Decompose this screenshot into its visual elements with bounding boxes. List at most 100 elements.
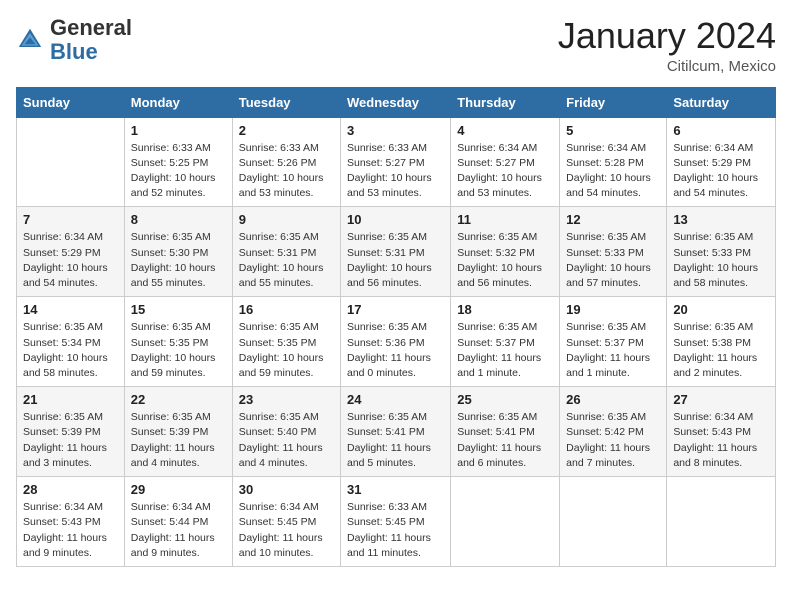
day-info: Sunrise: 6:35 AM Sunset: 5:36 PM Dayligh… <box>347 320 444 381</box>
logo-icon <box>16 26 44 54</box>
logo: General Blue <box>16 16 132 64</box>
col-header-saturday: Saturday <box>667 87 776 117</box>
calendar-cell: 27 Sunrise: 6:34 AM Sunset: 5:43 PM Dayli… <box>667 387 776 477</box>
calendar-cell: 2 Sunrise: 6:33 AM Sunset: 5:26 PM Daylig… <box>232 117 340 207</box>
calendar-cell <box>17 117 125 207</box>
day-number: 11 <box>457 212 553 227</box>
day-number: 12 <box>566 212 660 227</box>
day-info: Sunrise: 6:33 AM Sunset: 5:25 PM Dayligh… <box>131 141 226 202</box>
calendar-cell: 18Sunrise: 6:35 AM Sunset: 5:37 PM Dayli… <box>451 297 560 387</box>
calendar-cell: 31 Sunrise: 6:33 AM Sunset: 5:45 PM Dayli… <box>341 477 451 567</box>
calendar-cell: 28 Sunrise: 6:34 AM Sunset: 5:43 PM Dayli… <box>17 477 125 567</box>
calendar-cell: 14 Sunrise: 6:35 AM Sunset: 5:34 PM Dayli… <box>17 297 125 387</box>
day-number: 24 <box>347 392 444 407</box>
calendar-cell: 12 Sunrise: 6:35 AM Sunset: 5:33 PM Dayli… <box>560 207 667 297</box>
calendar-cell: 4 Sunrise: 6:34 AM Sunset: 5:27 PM Daylig… <box>451 117 560 207</box>
day-number: 22 <box>131 392 226 407</box>
day-info: Sunrise: 6:35 AM Sunset: 5:35 PM Dayligh… <box>239 320 334 381</box>
calendar-cell: 20Sunrise: 6:35 AM Sunset: 5:38 PM Dayli… <box>667 297 776 387</box>
calendar-cell: 7 Sunrise: 6:34 AM Sunset: 5:29 PM Daylig… <box>17 207 125 297</box>
day-number: 5 <box>566 123 660 138</box>
day-info: Sunrise: 6:35 AM Sunset: 5:34 PM Dayligh… <box>23 320 118 381</box>
calendar-cell: 1 Sunrise: 6:33 AM Sunset: 5:25 PM Daylig… <box>124 117 232 207</box>
logo-text: General Blue <box>50 16 132 64</box>
day-info: Sunrise: 6:34 AM Sunset: 5:43 PM Dayligh… <box>673 410 769 471</box>
col-header-monday: Monday <box>124 87 232 117</box>
calendar-cell: 23 Sunrise: 6:35 AM Sunset: 5:40 PM Dayli… <box>232 387 340 477</box>
day-number: 20 <box>673 302 769 317</box>
day-info: Sunrise: 6:34 AM Sunset: 5:28 PM Dayligh… <box>566 141 660 202</box>
calendar-cell <box>667 477 776 567</box>
day-number: 2 <box>239 123 334 138</box>
day-number: 9 <box>239 212 334 227</box>
day-number: 6 <box>673 123 769 138</box>
calendar-week-row: 28 Sunrise: 6:34 AM Sunset: 5:43 PM Dayli… <box>17 477 776 567</box>
calendar-cell: 21Sunrise: 6:35 AM Sunset: 5:39 PM Dayli… <box>17 387 125 477</box>
calendar-cell: 15 Sunrise: 6:35 AM Sunset: 5:35 PM Dayli… <box>124 297 232 387</box>
day-number: 7 <box>23 212 118 227</box>
day-info: Sunrise: 6:35 AM Sunset: 5:42 PM Dayligh… <box>566 410 660 471</box>
calendar-cell: 5 Sunrise: 6:34 AM Sunset: 5:28 PM Daylig… <box>560 117 667 207</box>
calendar-cell: 26 Sunrise: 6:35 AM Sunset: 5:42 PM Dayli… <box>560 387 667 477</box>
day-number: 28 <box>23 482 118 497</box>
day-info: Sunrise: 6:34 AM Sunset: 5:29 PM Dayligh… <box>23 230 118 291</box>
calendar-cell: 16 Sunrise: 6:35 AM Sunset: 5:35 PM Dayli… <box>232 297 340 387</box>
day-info: Sunrise: 6:35 AM Sunset: 5:39 PM Dayligh… <box>131 410 226 471</box>
day-info: Sunrise: 6:35 AM Sunset: 5:35 PM Dayligh… <box>131 320 226 381</box>
day-number: 4 <box>457 123 553 138</box>
col-header-tuesday: Tuesday <box>232 87 340 117</box>
calendar-cell: 3Sunrise: 6:33 AM Sunset: 5:27 PM Daylig… <box>341 117 451 207</box>
calendar-cell: 11 Sunrise: 6:35 AM Sunset: 5:32 PM Dayli… <box>451 207 560 297</box>
calendar-cell: 22 Sunrise: 6:35 AM Sunset: 5:39 PM Dayli… <box>124 387 232 477</box>
day-info: Sunrise: 6:35 AM Sunset: 5:41 PM Dayligh… <box>457 410 553 471</box>
day-info: Sunrise: 6:35 AM Sunset: 5:32 PM Dayligh… <box>457 230 553 291</box>
day-number: 13 <box>673 212 769 227</box>
calendar-week-row: 14 Sunrise: 6:35 AM Sunset: 5:34 PM Dayli… <box>17 297 776 387</box>
calendar-week-row: 7 Sunrise: 6:34 AM Sunset: 5:29 PM Daylig… <box>17 207 776 297</box>
day-number: 1 <box>131 123 226 138</box>
day-info: Sunrise: 6:35 AM Sunset: 5:33 PM Dayligh… <box>566 230 660 291</box>
day-info: Sunrise: 6:34 AM Sunset: 5:27 PM Dayligh… <box>457 141 553 202</box>
day-number: 3 <box>347 123 444 138</box>
day-number: 14 <box>23 302 118 317</box>
calendar-cell: 24 Sunrise: 6:35 AM Sunset: 5:41 PM Dayli… <box>341 387 451 477</box>
calendar-week-row: 21 Sunrise: 6:35 AM Sunset: 5:39 PM Dayli… <box>17 387 776 477</box>
calendar-cell: 6Sunrise: 6:34 AM Sunset: 5:29 PM Daylig… <box>667 117 776 207</box>
col-header-thursday: Thursday <box>451 87 560 117</box>
day-info: Sunrise: 6:35 AM Sunset: 5:31 PM Dayligh… <box>239 230 334 291</box>
calendar-cell: 10 Sunrise: 6:35 AM Sunset: 5:31 PM Dayli… <box>341 207 451 297</box>
calendar-cell <box>560 477 667 567</box>
month-year-title: January 2024 <box>558 16 776 56</box>
calendar-week-row: 1 Sunrise: 6:33 AM Sunset: 5:25 PM Daylig… <box>17 117 776 207</box>
day-info: Sunrise: 6:35 AM Sunset: 5:40 PM Dayligh… <box>239 410 334 471</box>
day-number: 23 <box>239 392 334 407</box>
day-info: Sunrise: 6:35 AM Sunset: 5:30 PM Dayligh… <box>131 230 226 291</box>
day-info: Sunrise: 6:35 AM Sunset: 5:31 PM Dayligh… <box>347 230 444 291</box>
calendar-cell: 9 Sunrise: 6:35 AM Sunset: 5:31 PM Daylig… <box>232 207 340 297</box>
title-block: January 2024 Citilcum, Mexico <box>558 16 776 75</box>
day-number: 18 <box>457 302 553 317</box>
day-info: Sunrise: 6:35 AM Sunset: 5:33 PM Dayligh… <box>673 230 769 291</box>
calendar-header-row: SundayMondayTuesdayWednesdayThursdayFrid… <box>17 87 776 117</box>
day-number: 29 <box>131 482 226 497</box>
day-number: 21 <box>23 392 118 407</box>
day-info: Sunrise: 6:34 AM Sunset: 5:45 PM Dayligh… <box>239 500 334 561</box>
day-info: Sunrise: 6:33 AM Sunset: 5:26 PM Dayligh… <box>239 141 334 202</box>
col-header-wednesday: Wednesday <box>341 87 451 117</box>
day-number: 15 <box>131 302 226 317</box>
day-info: Sunrise: 6:35 AM Sunset: 5:41 PM Dayligh… <box>347 410 444 471</box>
day-number: 25 <box>457 392 553 407</box>
day-number: 16 <box>239 302 334 317</box>
col-header-friday: Friday <box>560 87 667 117</box>
day-info: Sunrise: 6:34 AM Sunset: 5:43 PM Dayligh… <box>23 500 118 561</box>
day-info: Sunrise: 6:35 AM Sunset: 5:37 PM Dayligh… <box>566 320 660 381</box>
day-number: 26 <box>566 392 660 407</box>
day-number: 10 <box>347 212 444 227</box>
location-subtitle: Citilcum, Mexico <box>558 58 776 75</box>
page-header: General Blue January 2024 Citilcum, Mexi… <box>16 16 776 75</box>
day-info: Sunrise: 6:33 AM Sunset: 5:45 PM Dayligh… <box>347 500 444 561</box>
day-number: 19 <box>566 302 660 317</box>
day-number: 30 <box>239 482 334 497</box>
day-number: 27 <box>673 392 769 407</box>
day-number: 31 <box>347 482 444 497</box>
